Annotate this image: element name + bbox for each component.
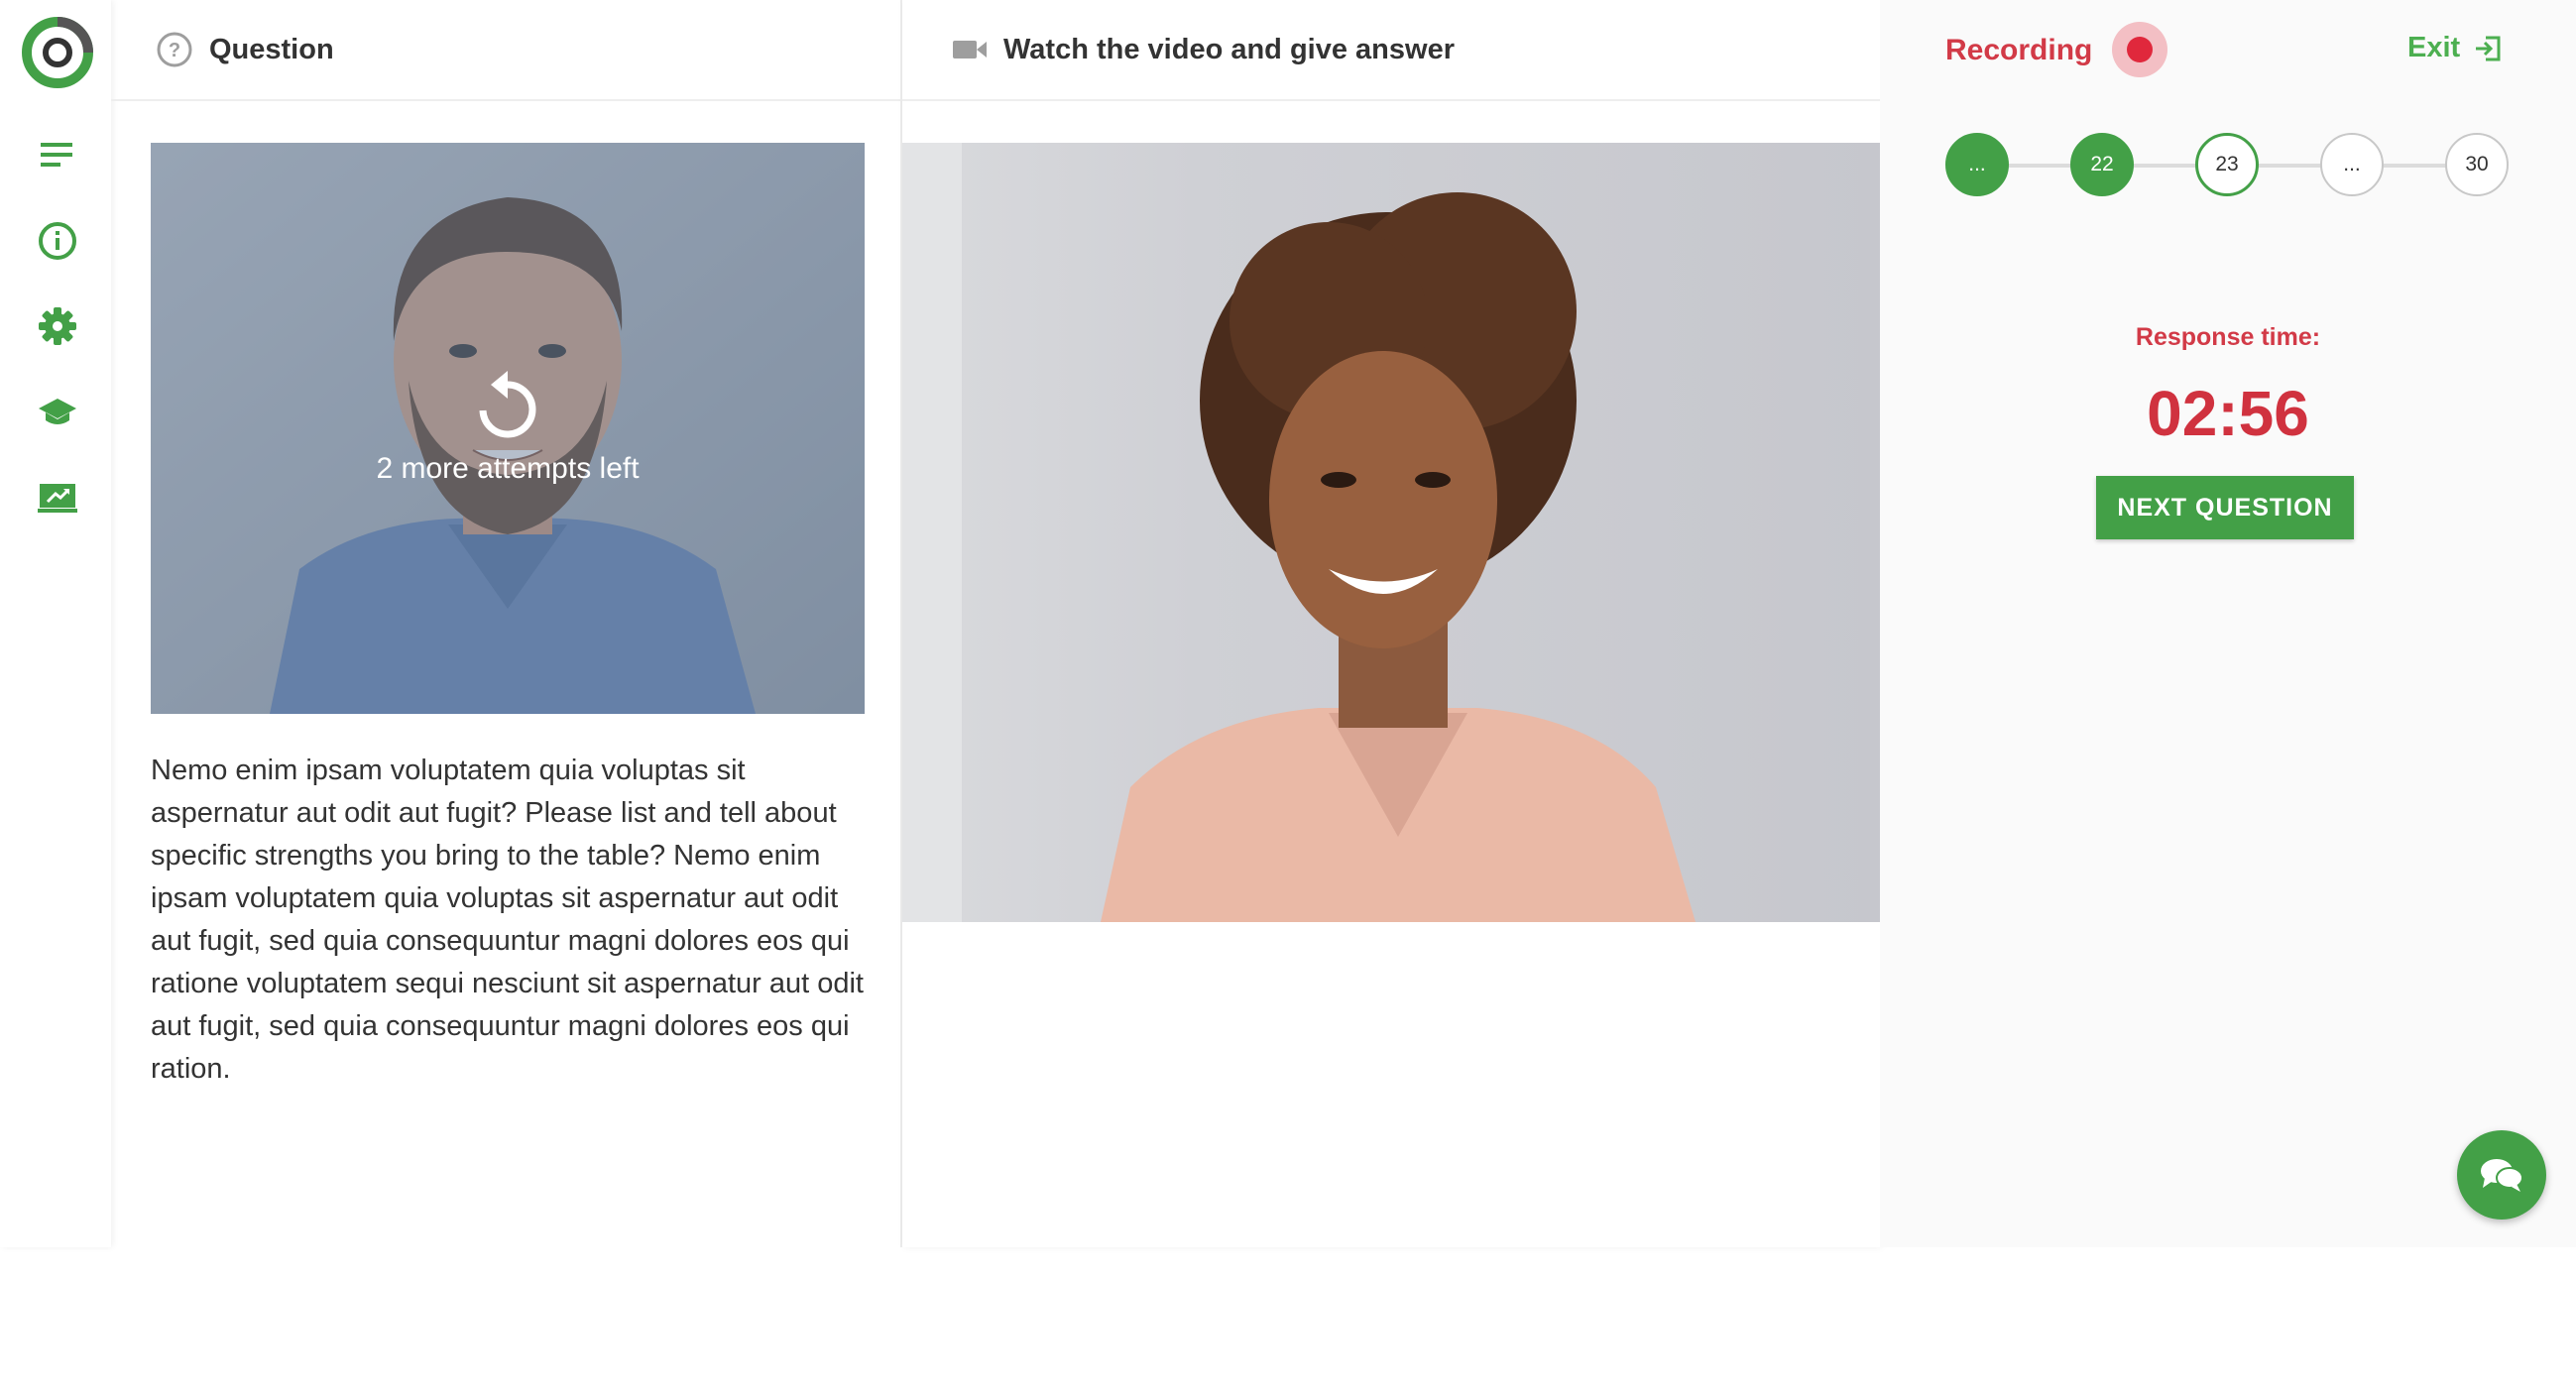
attempts-left-text: 2 more attempts left (376, 452, 640, 485)
interviewer-video[interactable] (902, 143, 1880, 922)
next-question-button[interactable]: NEXT QUESTION (2096, 476, 2354, 539)
question-stepper: ... 22 23 ... 30 (1945, 133, 2509, 198)
step-item[interactable]: 30 (2445, 133, 2509, 196)
replay-icon[interactable] (473, 371, 542, 444)
status-panel: Recording Exit ... 22 23 ... 30 Response… (1880, 0, 2576, 1247)
step-item-current[interactable]: 23 (2195, 133, 2259, 196)
question-header: ? Question (111, 0, 900, 101)
gear-icon[interactable] (34, 302, 81, 350)
question-video-thumbnail: 2 more attempts left (151, 143, 865, 714)
question-circle-icon: ? (157, 32, 192, 67)
retry-overlay[interactable]: 2 more attempts left (151, 143, 865, 714)
graduation-cap-icon[interactable] (34, 389, 81, 436)
video-panel: Watch the video and give answer (902, 0, 1880, 1247)
response-time-label: Response time: (2135, 323, 2321, 351)
ring-logo[interactable] (21, 16, 94, 89)
video-title: Watch the video and give answer (1003, 33, 1455, 65)
exit-icon (2476, 36, 2501, 60)
response-time-value: 02:56 (2147, 378, 2309, 449)
video-camera-icon (953, 41, 987, 58)
recording-indicator-icon (2112, 22, 2167, 77)
exit-button[interactable]: Exit (2407, 32, 2502, 64)
step-item[interactable]: ... (1945, 133, 2009, 196)
exit-label: Exit (2407, 32, 2461, 63)
step-item[interactable]: 22 (2070, 133, 2134, 196)
chat-button[interactable] (2457, 1130, 2546, 1220)
menu-lines-icon[interactable] (34, 131, 81, 178)
svg-text:?: ? (169, 40, 180, 61)
step-item[interactable]: ... (2320, 133, 2384, 196)
recording-label: Recording (1945, 34, 2093, 66)
video-header: Watch the video and give answer (902, 0, 1880, 101)
chat-bubbles-icon (2481, 1159, 2523, 1192)
question-text: Nemo enim ipsam voluptatem quia voluptas… (151, 755, 864, 1085)
sidebar (0, 0, 111, 1247)
woman-portrait-image (902, 143, 1880, 922)
recording-header: Recording Exit (1880, 0, 2576, 101)
question-title: Question (209, 33, 334, 65)
question-panel: ? Question 2 more attempts left Nemo eni… (111, 0, 902, 1247)
info-icon[interactable] (34, 217, 81, 265)
presentation-icon[interactable] (34, 474, 81, 522)
